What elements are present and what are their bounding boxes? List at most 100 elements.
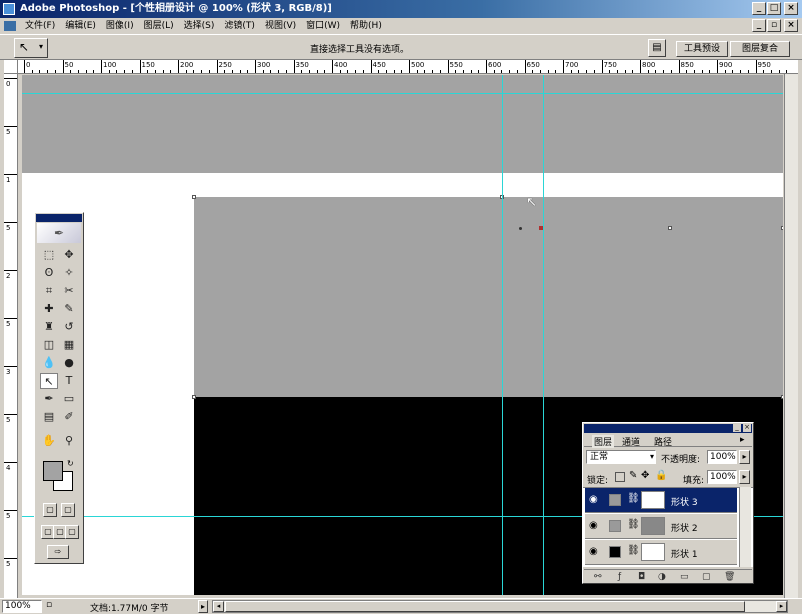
doc-close-button[interactable]: × (784, 19, 798, 32)
blend-mode-select[interactable]: 正常 ▾ (586, 450, 656, 464)
type-tool-icon[interactable]: T (60, 373, 78, 389)
notes-tool-icon[interactable]: ▤ (40, 409, 58, 425)
slice-tool-icon[interactable]: ✂ (60, 283, 78, 299)
visibility-eye-icon[interactable]: ◉ (589, 520, 598, 531)
tab-paths[interactable]: 路径 (654, 435, 672, 448)
layer-mask-icon[interactable]: ◘ (638, 570, 645, 584)
scroll-thumb[interactable] (225, 601, 745, 612)
screen-mode-full-icon[interactable]: ▢ (65, 525, 79, 539)
new-group-icon[interactable]: ▭ (680, 570, 689, 584)
doc-restore-button[interactable]: ▫ (767, 19, 781, 32)
rectangle-tool-icon[interactable]: ▭ (60, 391, 78, 407)
vertical-scrollbar[interactable] (784, 74, 798, 598)
gradient-tool-icon[interactable]: ▦ (60, 337, 78, 353)
scroll-left-button[interactable]: ◂ (213, 601, 224, 612)
anchor-point[interactable] (192, 395, 196, 399)
minimize-button[interactable]: _ (752, 2, 766, 15)
new-layer-icon[interactable]: ▢ (702, 570, 711, 584)
fill-arrow-button[interactable]: ▸ (739, 470, 750, 484)
anchor-point[interactable] (781, 395, 783, 399)
zoom-field[interactable]: 100% (2, 600, 42, 613)
document-icon[interactable] (4, 21, 16, 31)
hand-tool-icon[interactable]: ✋ (40, 433, 58, 449)
vector-mask-thumb[interactable] (641, 543, 665, 561)
history-brush-icon[interactable]: ↺ (60, 319, 78, 335)
lock-transparent-icon[interactable] (615, 472, 625, 482)
tab-layer-comps[interactable]: 图层复合 (730, 41, 790, 57)
layers-title-bar[interactable] (584, 424, 752, 433)
lock-all-icon[interactable]: 🔒 (655, 470, 667, 481)
feather-logo-icon[interactable]: ✒ (37, 223, 81, 243)
layers-scrollbar[interactable] (739, 487, 751, 567)
eyedropper-icon[interactable]: ✐ (60, 409, 78, 425)
crop-tool-icon[interactable]: ⌗ (40, 283, 58, 299)
menu-filter[interactable]: 滤镜(T) (219, 18, 260, 34)
clone-stamp-icon[interactable]: ♜ (40, 319, 58, 335)
photoshop-app-icon[interactable] (3, 3, 15, 15)
opacity-arrow-button[interactable]: ▸ (739, 450, 750, 464)
opacity-field[interactable]: 100% (707, 450, 737, 464)
adjustment-layer-icon[interactable]: ◑ (658, 570, 666, 584)
guide-vertical[interactable] (502, 75, 503, 595)
maximize-button[interactable]: □ (767, 2, 781, 15)
guide-vertical[interactable] (543, 75, 544, 595)
menu-file[interactable]: 文件(F) (20, 18, 60, 34)
trash-icon[interactable]: 🗑 (724, 570, 735, 584)
fill-field[interactable]: 100% (707, 470, 737, 484)
menu-select[interactable]: 选择(S) (179, 18, 220, 34)
lock-paint-icon[interactable]: ✎ (629, 470, 637, 481)
close-button[interactable]: × (784, 2, 798, 15)
toolbox-title-bar[interactable] (36, 214, 82, 222)
layer-row[interactable]: ◉ ⛓ 形状 3 (585, 488, 737, 513)
status-menu-arrow[interactable]: ▸ (198, 600, 208, 613)
blur-tool-icon[interactable]: 💧 (40, 355, 58, 371)
brush-tool-icon[interactable]: ✎ (60, 301, 78, 317)
magic-wand-icon[interactable]: ✧ (60, 265, 78, 281)
marquee-tool-icon[interactable]: ⬚ (40, 247, 58, 263)
anchor-point[interactable] (781, 226, 783, 230)
panel-menu-icon[interactable]: ▸ (740, 435, 745, 445)
direct-select-tool-icon[interactable]: ↖ (40, 373, 58, 389)
palette-well-button[interactable]: ▤ (648, 39, 666, 57)
vertical-ruler[interactable]: 0 5 1 5 2 5 3 5 4 5 5 (4, 74, 18, 598)
layer-style-icon[interactable]: ƒ (618, 570, 621, 584)
vector-mask-thumb[interactable] (641, 491, 665, 509)
horizontal-ruler[interactable]: 0 50 100 150 200 250 300 350 400 450 500 550 600 650 7… (18, 60, 798, 74)
eraser-tool-icon[interactable]: ◫ (40, 337, 58, 353)
vector-mask-thumb[interactable] (641, 517, 665, 535)
pen-tool-icon[interactable]: ✒ (40, 391, 58, 407)
panel-close-button[interactable]: × (743, 424, 751, 432)
menu-edit[interactable]: 编辑(E) (60, 18, 101, 34)
dodge-tool-icon[interactable]: ● (60, 355, 78, 371)
swap-colors-icon[interactable]: ↻ (67, 459, 74, 468)
jump-to-imageready-icon[interactable]: ⇨ (47, 545, 69, 559)
doc-minimize-button[interactable]: _ (752, 19, 766, 32)
lasso-tool-icon[interactable]: ʘ (40, 265, 58, 281)
menu-help[interactable]: 帮助(H) (345, 18, 387, 34)
layer-row[interactable]: ◉ ⛓ 形状 2 (585, 514, 737, 539)
tab-tool-presets[interactable]: 工具预设 (676, 41, 728, 57)
standard-mode-icon[interactable]: ▢ (43, 503, 57, 517)
layer-row[interactable]: ◉ ⛓ 形状 1 (585, 540, 737, 565)
healing-brush-icon[interactable]: ✚ (40, 301, 58, 317)
ruler-origin[interactable] (4, 60, 18, 74)
tab-channels[interactable]: 通道 (622, 435, 640, 448)
move-tool-icon[interactable]: ✥ (60, 247, 78, 263)
visibility-eye-icon[interactable]: ◉ (589, 546, 598, 557)
anchor-point[interactable] (668, 226, 672, 230)
menu-window[interactable]: 窗口(W) (301, 18, 345, 34)
tool-preset-picker[interactable]: ↖ ▾ (14, 38, 48, 58)
visibility-eye-icon[interactable]: ◉ (589, 494, 598, 505)
status-document-icon[interactable]: ▫ (46, 600, 52, 610)
panel-minimize-button[interactable]: _ (733, 424, 741, 432)
menu-image[interactable]: 图像(I) (101, 18, 139, 34)
direction-handle[interactable] (519, 227, 522, 230)
quickmask-mode-icon[interactable]: ▢ (61, 503, 75, 517)
menu-view[interactable]: 视图(V) (260, 18, 301, 34)
menu-layer[interactable]: 图层(L) (139, 18, 179, 34)
horizontal-scrollbar[interactable]: ◂ ▸ (212, 600, 788, 613)
zoom-tool-icon[interactable]: ⚲ (60, 433, 78, 449)
lock-move-icon[interactable]: ✥ (641, 470, 649, 481)
tab-layers[interactable]: 图层 (592, 435, 615, 448)
foreground-color-swatch[interactable] (43, 461, 63, 481)
